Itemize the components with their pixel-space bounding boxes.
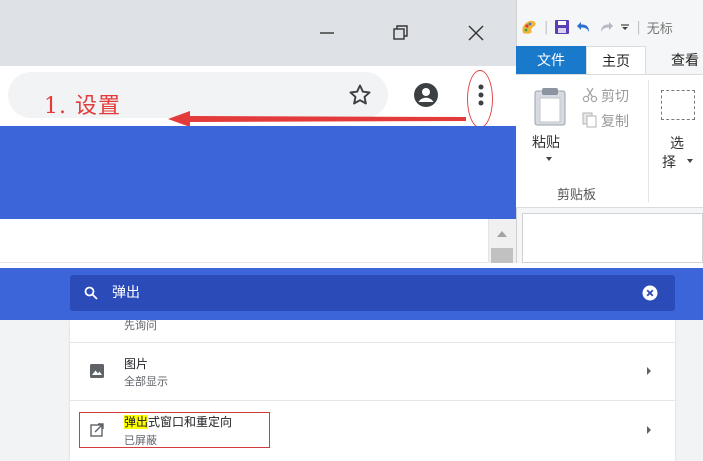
- settings-search-bar[interactable]: [70, 275, 675, 311]
- select-tool-button[interactable]: [661, 90, 695, 120]
- redo-icon[interactable]: [598, 19, 614, 35]
- save-icon[interactable]: [554, 19, 570, 35]
- search-button[interactable]: [82, 284, 100, 302]
- list-item[interactable]: 先询问: [70, 320, 675, 342]
- clear-icon: [642, 285, 658, 301]
- selection-rectangle-icon: [662, 91, 694, 119]
- image-icon: [89, 363, 105, 379]
- account-icon: [414, 83, 438, 107]
- paste-dropdown-icon[interactable]: [545, 156, 553, 162]
- copy-icon: [582, 112, 597, 128]
- triangle-up-icon: [497, 231, 507, 237]
- select-dropdown-icon[interactable]: [686, 158, 694, 164]
- search-input[interactable]: 弹出: [112, 284, 140, 302]
- paste-label: 粘贴: [532, 135, 560, 151]
- content-strip: [0, 219, 516, 263]
- annotation-step-label: 1. 设置: [44, 94, 121, 119]
- settings-blue-header: [0, 126, 516, 219]
- star-icon: [349, 84, 371, 105]
- select-label-line-1: 选: [670, 136, 684, 152]
- close-icon: [468, 25, 484, 41]
- customize-toolbar-icon[interactable]: [620, 22, 630, 32]
- row-title: 图片: [124, 357, 149, 371]
- close-button[interactable]: [459, 18, 493, 48]
- window-title: 无标: [646, 21, 673, 37]
- clipboard-group-label: 剪贴板: [557, 188, 597, 203]
- tab-home[interactable]: 主页: [586, 46, 646, 74]
- chevron-right-icon: [644, 366, 654, 376]
- clipboard-icon: [534, 88, 566, 126]
- row-subtitle: 先询问: [124, 320, 157, 332]
- bookmark-star-button[interactable]: [345, 80, 375, 110]
- ribbon-tabs: 文件 主页 查看: [516, 46, 703, 74]
- minimize-button[interactable]: [310, 18, 344, 48]
- copy-button[interactable]: 复制: [601, 111, 629, 131]
- tab-view[interactable]: 查看: [646, 46, 703, 74]
- tab-file[interactable]: 文件: [516, 46, 586, 74]
- cut-button[interactable]: 剪切: [601, 86, 629, 106]
- undo-icon[interactable]: [576, 19, 592, 35]
- restore-icon: [393, 25, 408, 40]
- select-label-line-2: 择: [662, 155, 676, 171]
- scroll-up-button[interactable]: [495, 229, 509, 239]
- restore-button[interactable]: [383, 18, 417, 48]
- row-subtitle: 全部显示: [124, 375, 168, 388]
- annotation-ellipse: [467, 70, 493, 128]
- paint-canvas[interactable]: [522, 213, 703, 263]
- paste-button[interactable]: [532, 86, 568, 126]
- list-item-images[interactable]: 图片 全部显示: [70, 343, 675, 400]
- minimize-icon: [320, 32, 334, 34]
- paint-app-icon[interactable]: [520, 18, 538, 36]
- quick-access-toolbar: | | 无标: [516, 12, 703, 42]
- annotation-highlight-box: [79, 412, 270, 448]
- ribbon-group-separator: [648, 80, 649, 202]
- search-icon: [84, 286, 98, 300]
- scissors-icon: [582, 87, 598, 103]
- chevron-right-icon: [644, 425, 654, 435]
- scroll-thumb[interactable]: [491, 248, 513, 263]
- location-icon: [88, 320, 104, 324]
- profile-button[interactable]: [411, 80, 441, 110]
- chrome-title-bar: [0, 0, 516, 66]
- clear-search-button[interactable]: [641, 284, 659, 302]
